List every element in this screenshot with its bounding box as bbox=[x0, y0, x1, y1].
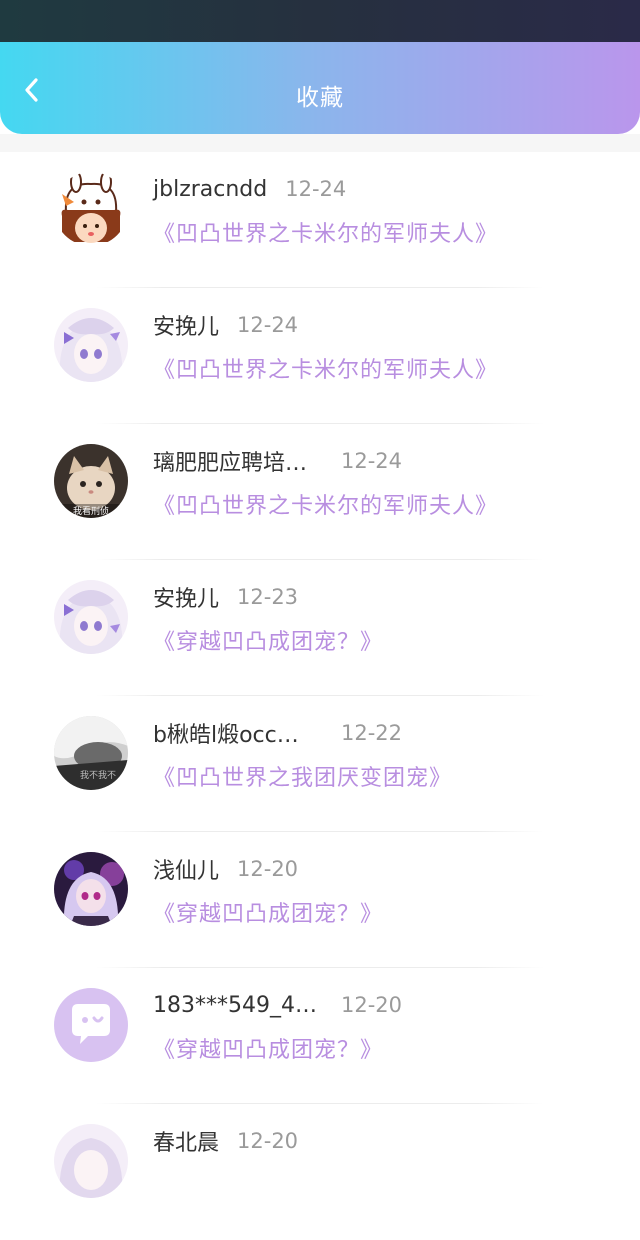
avatar bbox=[54, 1124, 128, 1198]
item-date: 12-23 bbox=[237, 585, 299, 609]
avatar: 我不我不 bbox=[54, 716, 128, 790]
user-name: b楸皓l煅occ… bbox=[153, 723, 299, 748]
item-meta: 183***549_4… 12-20 bbox=[153, 990, 402, 1020]
book-title[interactable]: 《凹凸世界之卡米尔的军师夫人》 bbox=[153, 488, 498, 520]
list-item[interactable]: 183***549_4… 12-20 《穿越凹凸成团宠？》 bbox=[0, 968, 640, 1104]
user-name: 安挽儿 bbox=[153, 315, 220, 340]
item-meta: b楸皓l煅occ… 12-22 bbox=[153, 718, 402, 748]
book-title[interactable]: 《凹凸世界之卡米尔的军师夫人》 bbox=[153, 216, 498, 248]
avatar bbox=[54, 308, 128, 382]
item-meta: jblzracndd 12-24 bbox=[153, 174, 346, 204]
bunny-hat-avatar-icon bbox=[54, 172, 128, 246]
item-meta: 春北晨 12-20 bbox=[153, 1126, 298, 1156]
list-item[interactable]: 浅仙儿 12-20 《穿越凹凸成团宠？》 bbox=[0, 832, 640, 968]
anime-girl-avatar-icon bbox=[54, 308, 128, 382]
avatar bbox=[54, 172, 128, 246]
item-date: 12-20 bbox=[341, 993, 403, 1017]
item-date: 12-24 bbox=[341, 449, 403, 473]
user-name: 183***549_4… bbox=[153, 992, 317, 1018]
item-date: 12-20 bbox=[237, 1129, 299, 1153]
book-title[interactable]: 《穿越凹凸成团宠？》 bbox=[153, 624, 383, 656]
avatar bbox=[54, 852, 128, 926]
favorites-list: jblzracndd 12-24 《凹凸世界之卡米尔的军师夫人》 安挽儿 12-… bbox=[0, 152, 640, 1240]
list-item[interactable]: 春北晨 12-20 bbox=[0, 1104, 640, 1240]
user-name: 浅仙儿 bbox=[153, 859, 220, 884]
avatar: 我看刑侦 bbox=[54, 444, 128, 518]
item-meta: 安挽儿 12-23 bbox=[153, 582, 298, 612]
status-bar bbox=[0, 0, 640, 44]
item-date: 12-20 bbox=[237, 857, 299, 881]
nav-bar: 收藏 bbox=[0, 42, 640, 134]
svg-text:我不我不: 我不我不 bbox=[80, 770, 116, 781]
svg-text:我看刑侦: 我看刑侦 bbox=[73, 505, 109, 517]
item-meta: 安挽儿 12-24 bbox=[153, 310, 298, 340]
book-title[interactable]: 《凹凸世界之我团厌变团宠》 bbox=[153, 760, 452, 792]
item-meta: 璃肥肥应聘培… 12-24 bbox=[153, 446, 402, 476]
book-title[interactable]: 《穿越凹凸成团宠？》 bbox=[153, 896, 383, 928]
book-title[interactable]: 《凹凸世界之卡米尔的军师夫人》 bbox=[153, 352, 498, 384]
list-item[interactable]: 我看刑侦 璃肥肥应聘培… 12-24 《凹凸世界之卡米尔的军师夫人》 bbox=[0, 424, 640, 560]
user-name: 安挽儿 bbox=[153, 587, 220, 612]
anime-girl-avatar-icon bbox=[54, 1124, 128, 1198]
grayscale-photo-avatar-icon: 我不我不 bbox=[54, 716, 128, 790]
header-divider bbox=[0, 134, 640, 152]
avatar bbox=[54, 580, 128, 654]
list-item[interactable]: 安挽儿 12-23 《穿越凹凸成团宠？》 bbox=[0, 560, 640, 696]
book-title[interactable]: 《穿越凹凸成团宠？》 bbox=[153, 1032, 383, 1064]
item-date: 12-24 bbox=[285, 177, 347, 201]
user-name: 春北晨 bbox=[153, 1131, 220, 1156]
list-item[interactable]: 安挽儿 12-24 《凹凸世界之卡米尔的军师夫人》 bbox=[0, 288, 640, 424]
item-date: 12-22 bbox=[341, 721, 403, 745]
page-title: 收藏 bbox=[296, 85, 344, 111]
user-name: jblzracndd bbox=[153, 176, 268, 202]
default-chat-avatar-icon bbox=[54, 988, 128, 1062]
list-item[interactable]: jblzracndd 12-24 《凹凸世界之卡米尔的军师夫人》 bbox=[0, 152, 640, 288]
item-meta: 浅仙儿 12-20 bbox=[153, 854, 298, 884]
cat-photo-avatar-icon: 我看刑侦 bbox=[54, 444, 128, 518]
avatar bbox=[54, 988, 128, 1062]
item-date: 12-24 bbox=[237, 313, 299, 337]
user-name: 璃肥肥应聘培… bbox=[153, 451, 308, 476]
list-item[interactable]: 我不我不 b楸皓l煅occ… 12-22 《凹凸世界之我团厌变团宠》 bbox=[0, 696, 640, 832]
anime-character-avatar-icon bbox=[54, 852, 128, 926]
anime-girl-avatar-icon bbox=[54, 580, 128, 654]
